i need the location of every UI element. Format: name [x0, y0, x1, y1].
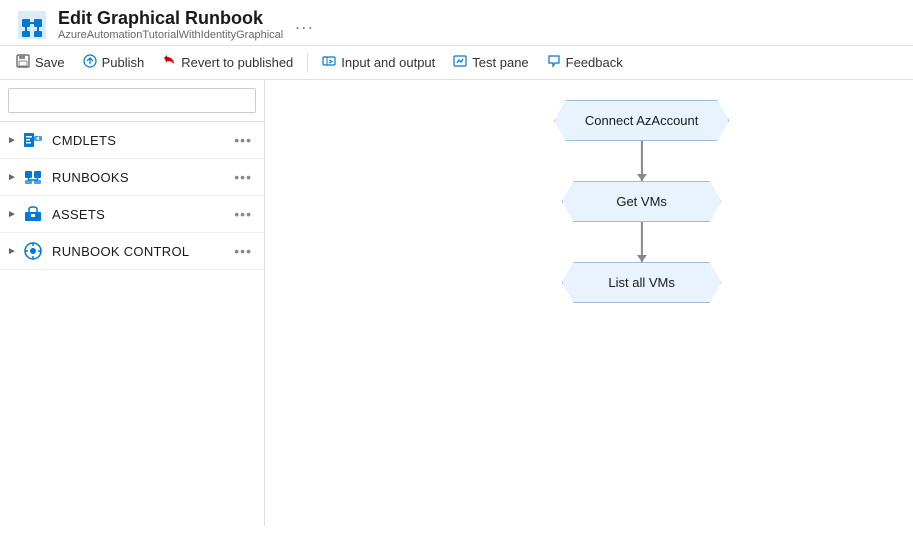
revert-button[interactable]: Revert to published: [154, 50, 301, 75]
publish-icon: [83, 54, 97, 71]
flow-node-listvms[interactable]: List all VMs: [562, 262, 722, 303]
revert-icon: [162, 54, 176, 71]
flow-diagram: Connect AzAccount Get VMs List all VMs: [554, 100, 729, 303]
header-text-group: Edit Graphical Runbook AzureAutomationTu…: [58, 8, 283, 41]
toolbar-separator-1: [307, 53, 308, 73]
header-more-button[interactable]: ...: [295, 16, 314, 34]
sidebar-item-runbooks[interactable]: ► RUNBOOKS •••: [0, 159, 264, 196]
page-subtitle: AzureAutomationTutorialWithIdentityGraph…: [58, 29, 283, 41]
sidebar-search-area: [0, 80, 264, 122]
flow-node-connect-label: Connect AzAccount: [585, 113, 698, 128]
runbook-control-label: RUNBOOK CONTROL: [52, 244, 230, 259]
assets-icon: [22, 203, 44, 225]
publish-button[interactable]: Publish: [75, 50, 153, 75]
sidebar-item-cmdlets[interactable]: ► CMDLETS •••: [0, 122, 264, 159]
cmdlets-icon: [22, 129, 44, 151]
runbook-control-chevron-icon: ►: [4, 243, 20, 259]
runbooks-label: RUNBOOKS: [52, 170, 230, 185]
test-pane-button[interactable]: Test pane: [445, 50, 536, 75]
input-output-icon: [322, 54, 336, 71]
revert-label: Revert to published: [181, 55, 293, 70]
flow-node-getvms[interactable]: Get VMs: [562, 181, 722, 222]
header-icon: [16, 9, 48, 41]
flow-arrow-1: [641, 141, 643, 181]
test-pane-icon: [453, 54, 467, 71]
feedback-button[interactable]: Feedback: [539, 50, 631, 75]
toolbar: Save Publish Revert to published: [0, 46, 913, 80]
main-layout: ► CMDLETS ••• ►: [0, 80, 913, 526]
runbooks-more-button[interactable]: •••: [230, 167, 256, 187]
flow-node-listvms-label: List all VMs: [608, 275, 674, 290]
sidebar: ► CMDLETS ••• ►: [0, 80, 265, 526]
save-label: Save: [35, 55, 65, 70]
runbook-control-icon: [22, 240, 44, 262]
sidebar-item-assets[interactable]: ► ASSETS •••: [0, 196, 264, 233]
assets-chevron-icon: ►: [4, 206, 20, 222]
flow-arrow-2: [641, 222, 643, 262]
canvas[interactable]: Connect AzAccount Get VMs List all VMs: [265, 80, 913, 526]
cmdlets-chevron-icon: ►: [4, 132, 20, 148]
publish-label: Publish: [102, 55, 145, 70]
cmdlets-more-button[interactable]: •••: [230, 130, 256, 150]
input-output-button[interactable]: Input and output: [314, 50, 443, 75]
input-output-label: Input and output: [341, 55, 435, 70]
runbooks-icon: [22, 166, 44, 188]
runbooks-chevron-icon: ►: [4, 169, 20, 185]
page-title: Edit Graphical Runbook: [58, 8, 283, 29]
flow-node-connect[interactable]: Connect AzAccount: [554, 100, 729, 141]
feedback-icon: [547, 54, 561, 71]
save-button[interactable]: Save: [8, 50, 73, 75]
flow-node-getvms-label: Get VMs: [616, 194, 667, 209]
assets-label: ASSETS: [52, 207, 230, 222]
cmdlets-label: CMDLETS: [52, 133, 230, 148]
sidebar-item-runbook-control[interactable]: ► RUNBOOK CONTROL •••: [0, 233, 264, 270]
assets-more-button[interactable]: •••: [230, 204, 256, 224]
test-pane-label: Test pane: [472, 55, 528, 70]
page-header: Edit Graphical Runbook AzureAutomationTu…: [0, 0, 913, 46]
search-input[interactable]: [8, 88, 256, 113]
save-icon: [16, 54, 30, 71]
feedback-label: Feedback: [566, 55, 623, 70]
runbook-control-more-button[interactable]: •••: [230, 241, 256, 261]
